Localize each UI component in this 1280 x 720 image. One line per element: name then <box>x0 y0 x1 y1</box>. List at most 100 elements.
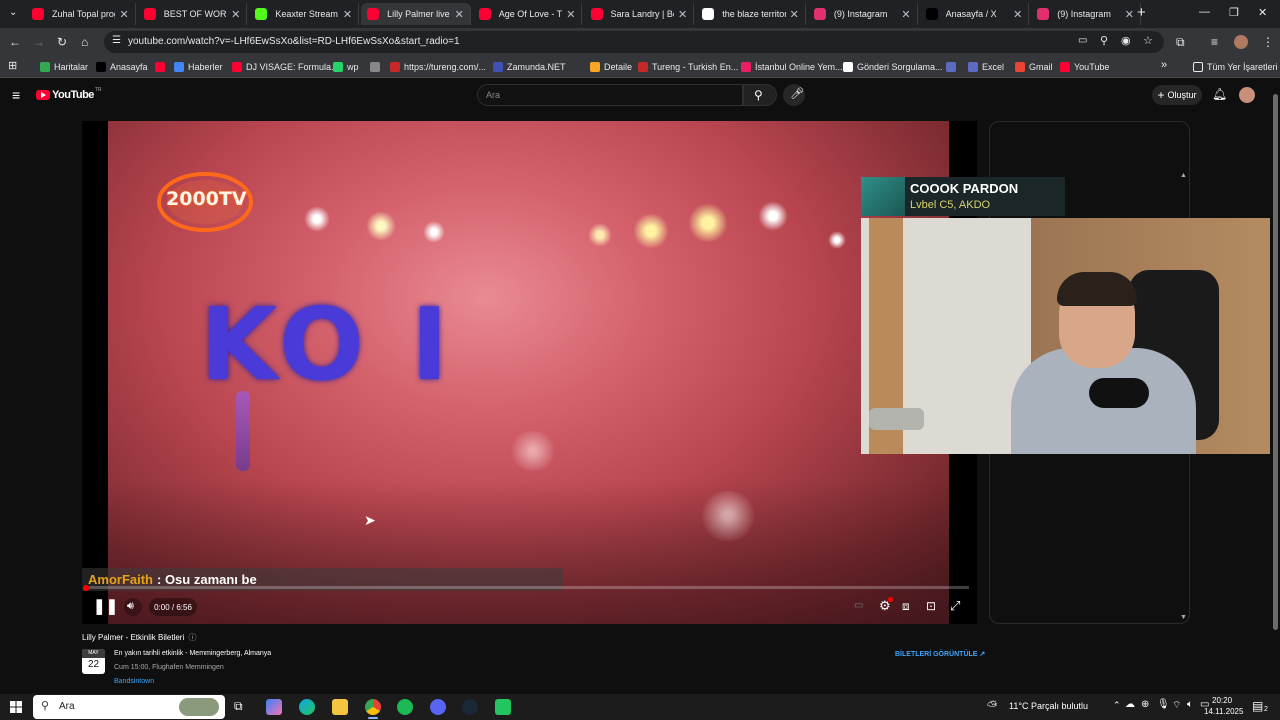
panel-scroll-up-icon[interactable]: ▲ <box>1180 172 1187 179</box>
browser-tab[interactable]: Lilly Palmer live in ✕ <box>361 3 471 25</box>
browser-tab[interactable]: BEST OF WORLD ✕ <box>138 3 248 25</box>
close-window-icon[interactable]: ✕ <box>1258 6 1267 19</box>
youtube-logo[interactable]: YouTube TR <box>36 87 102 101</box>
spotify-app-icon[interactable] <box>397 699 413 715</box>
speaker-icon[interactable]: 🔈︎ <box>1187 699 1193 710</box>
tab-search-icon[interactable]: ⌄ <box>9 7 17 18</box>
bookmark-item[interactable]: DJ VISAGE: Formula... <box>232 60 339 74</box>
pause-button[interactable]: ❚❚ <box>93 597 118 615</box>
volume-button[interactable]: 🔊︎ <box>124 598 142 616</box>
browser-tab[interactable]: Anasayfa / X ✕ <box>920 3 1030 25</box>
onedrive-icon[interactable]: ☁ <box>1125 699 1135 710</box>
home-icon[interactable]: ⌂ <box>81 35 88 49</box>
clock-date[interactable]: 14.11.2025 <box>1204 707 1243 716</box>
extensions-icon[interactable]: ⧉ <box>1176 35 1185 49</box>
cast-icon[interactable]: ▭ <box>1078 35 1087 46</box>
tab-close-icon[interactable]: ✕ <box>231 8 240 21</box>
site-info-icon[interactable]: ☰ <box>112 35 121 46</box>
apps-grid-icon[interactable]: ⊞ <box>8 59 17 72</box>
bookmark-item[interactable]: Zamunda.NET <box>493 60 566 74</box>
bookmark-item[interactable] <box>370 60 384 74</box>
discord-app-icon[interactable] <box>430 699 446 715</box>
bookmark-item[interactable] <box>155 60 169 74</box>
reading-list-icon[interactable]: ≡ <box>1211 35 1218 49</box>
progress-bar[interactable] <box>86 586 969 589</box>
bookmark-item[interactable]: Detaile <box>590 60 632 74</box>
bookmark-item[interactable]: wp <box>333 60 359 74</box>
copilot-app-icon[interactable] <box>266 699 282 715</box>
browser-tab[interactable]: the blaze territory ✕ <box>696 3 806 25</box>
voice-search-button[interactable]: 🎤︎ <box>783 84 805 106</box>
captions-icon[interactable]: ▭ <box>854 600 863 611</box>
maximize-icon[interactable]: ❐ <box>1229 6 1239 19</box>
bookmark-item[interactable] <box>946 60 960 74</box>
tab-close-icon[interactable]: ✕ <box>343 8 352 21</box>
search-button[interactable]: ⚲ <box>743 84 777 106</box>
tab-close-icon[interactable]: ✕ <box>901 8 910 21</box>
taskbar-search-input[interactable]: ⚲ Ara <box>33 695 225 719</box>
streaming-app-icon[interactable] <box>495 699 511 715</box>
tab-close-icon[interactable]: ✕ <box>790 8 799 21</box>
bookmark-item[interactable]: İstanbul Online Yem... <box>741 60 843 74</box>
account-avatar[interactable] <box>1239 87 1255 103</box>
tab-close-icon[interactable]: ✕ <box>566 8 575 21</box>
wifi-icon[interactable]: ⌔ <box>1172 699 1181 712</box>
video-frame[interactable]: 2000TV KO I <box>108 121 949 624</box>
create-button[interactable]: + Oluştur <box>1152 85 1202 105</box>
tray-app-icon[interactable]: ⊕ <box>1141 699 1149 710</box>
minimize-icon[interactable]: — <box>1199 6 1210 18</box>
more-bookmarks-icon[interactable]: » <box>1161 59 1167 71</box>
bookmark-item[interactable]: YouTube <box>1060 60 1109 74</box>
search-input[interactable]: Ara <box>477 84 743 106</box>
windows-start-icon[interactable] <box>10 700 22 713</box>
tab-close-icon[interactable]: ✕ <box>119 8 128 21</box>
edge-app-icon[interactable] <box>299 699 315 715</box>
cast-to-tv-icon[interactable]: ⊡ <box>926 599 936 613</box>
bookmark-item[interactable]: Gmail <box>1015 60 1053 74</box>
bookmark-item[interactable]: Tureng - Turkish En... <box>638 60 738 74</box>
bookmark-item[interactable]: Haritalar <box>40 60 88 74</box>
all-bookmarks-folder[interactable]: Tüm Yer İşaretleri <box>1193 60 1278 74</box>
tab-close-icon[interactable]: ✕ <box>1013 8 1022 21</box>
back-icon[interactable]: ← <box>9 35 21 49</box>
bookmark-item[interactable]: Gönderi Sorgulama... <box>843 60 943 74</box>
chrome-app-icon[interactable] <box>365 699 381 715</box>
forward-icon[interactable]: → <box>33 35 45 49</box>
bookmark-star-icon[interactable]: ☆ <box>1143 34 1153 47</box>
bookmark-item[interactable]: Haberler <box>174 60 223 74</box>
eye-off-icon[interactable]: ◉ <box>1121 34 1131 47</box>
weather-icon[interactable]: ⛅︎ <box>987 698 997 714</box>
address-bar[interactable]: ☰ youtube.com/watch?v=-LHf6EwSsXo&list=R… <box>104 31 1164 53</box>
notifications-bell-icon[interactable]: 🔔︎ <box>1212 87 1227 101</box>
browser-tab[interactable]: Zuhal Topal prog ✕ <box>26 3 136 25</box>
tab-close-icon[interactable]: ✕ <box>678 8 687 21</box>
miniplayer-icon[interactable]: ⧈ <box>902 599 910 614</box>
weather-text[interactable]: 11°C Parçalı bulutlu <box>1009 701 1088 711</box>
tab-close-icon[interactable]: ✕ <box>455 8 464 21</box>
bookmark-item[interactable]: Excel <box>968 60 1004 74</box>
file-explorer-app-icon[interactable] <box>332 699 348 715</box>
info-icon[interactable]: ⓘ <box>188 633 196 642</box>
browser-tab[interactable]: (9) Instagram ✕ <box>808 3 918 25</box>
browser-tab[interactable]: Age Of Love - The✕ <box>473 3 583 25</box>
clock-time[interactable]: 20:20 <box>1212 696 1232 705</box>
fullscreen-icon[interactable]: ⤢ <box>950 598 960 614</box>
browser-tab[interactable]: (9) Instagram ✕ <box>1031 3 1141 25</box>
browser-tab[interactable]: Sara Landry | Boil ✕ <box>585 3 695 25</box>
tab-close-icon[interactable]: ✕ <box>1125 8 1134 21</box>
progress-scrubber[interactable] <box>83 585 89 591</box>
page-scrollbar-thumb[interactable] <box>1273 94 1278 630</box>
reload-icon[interactable]: ↻ <box>57 35 67 49</box>
tray-overflow-icon[interactable]: ⌃ <box>1113 700 1121 711</box>
microphone-tray-icon[interactable]: 🎙︎ <box>1157 699 1170 710</box>
profile-avatar[interactable] <box>1234 35 1248 49</box>
hamburger-menu-icon[interactable]: ≡ <box>12 87 20 103</box>
bookmark-item[interactable]: https://tureng.com/... <box>390 60 486 74</box>
panel-scroll-down-icon[interactable]: ▼ <box>1180 614 1187 621</box>
event-title[interactable]: En yakın tarihli etkinlik - Memmingerber… <box>114 650 271 657</box>
steam-app-icon[interactable] <box>462 699 478 715</box>
video-player[interactable]: 2000TV KO I AmorFaith : Osu zamanı be ➤ … <box>82 121 977 624</box>
notification-center-icon[interactable]: ▤ <box>1252 699 1263 713</box>
zoom-icon[interactable]: ⚲ <box>1100 34 1108 47</box>
task-view-icon[interactable]: ⧉ <box>234 699 243 714</box>
